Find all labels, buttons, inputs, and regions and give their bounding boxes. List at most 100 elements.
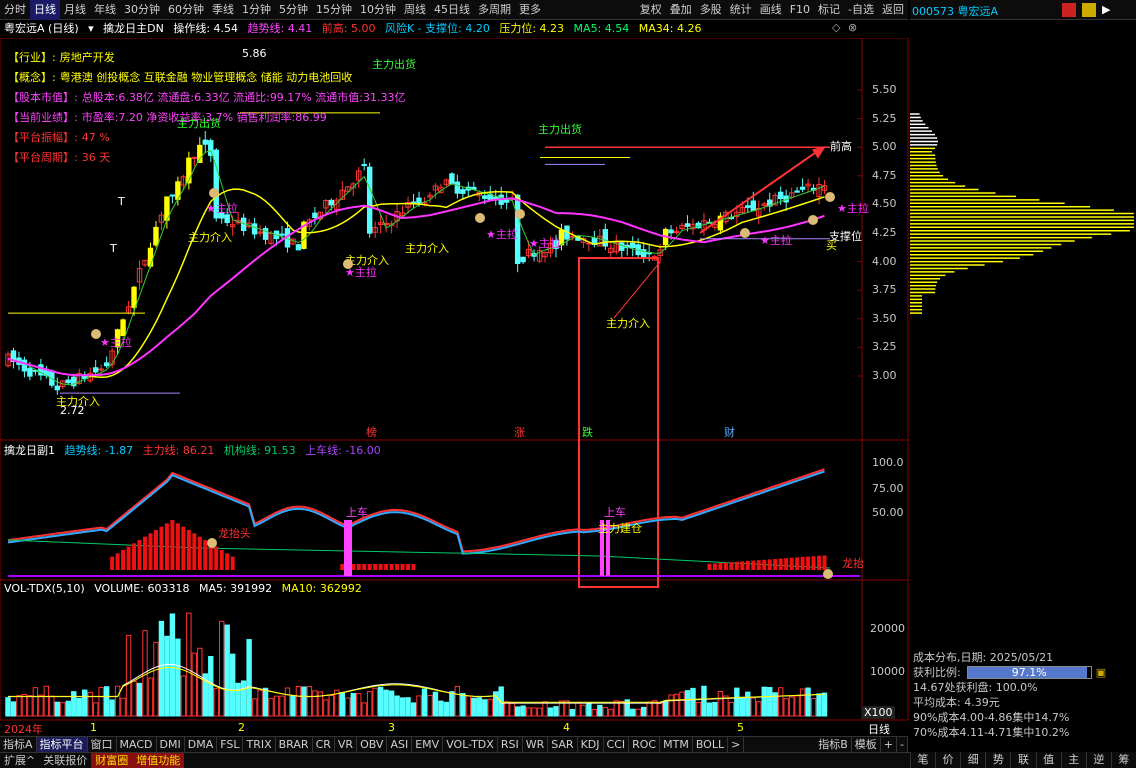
indicator-name[interactable]: 擒龙日主DN [103, 22, 164, 35]
indicator-tab-13[interactable]: EMV [412, 736, 444, 753]
candle-body [312, 212, 318, 218]
period-label[interactable]: 日线 [868, 721, 890, 737]
candle-body [366, 166, 373, 234]
toolbar-right-item-0[interactable]: 复权 [636, 0, 666, 20]
report-icon[interactable] [1062, 3, 1076, 17]
toolbar-item-11[interactable]: 周线 [400, 0, 430, 20]
side-tab-0[interactable]: 笔 [910, 752, 936, 768]
indicator-tab-23[interactable]: > [728, 736, 745, 753]
toolbar-item-3[interactable]: 年线 [90, 0, 120, 20]
indicator-tab-5[interactable]: DMA [185, 736, 218, 753]
status-item-3[interactable]: 增值功能 [132, 752, 185, 768]
indicator-tab-15[interactable]: RSI [498, 736, 523, 753]
volume-bar [5, 697, 11, 717]
toolbar-item-8[interactable]: 5分钟 [275, 0, 312, 20]
indicator-tab-0[interactable]: 指标A [0, 736, 37, 753]
toolbar-item-5[interactable]: 60分钟 [164, 0, 208, 20]
money-bag-icon [209, 188, 219, 198]
toolbar-right-item-4[interactable]: 画线 [756, 0, 786, 20]
side-tab-7[interactable]: 逆 [1085, 752, 1111, 768]
toolbar-item-13[interactable]: 多周期 [474, 0, 515, 20]
vol-title[interactable]: VOL-TDX(5,10) [4, 582, 85, 595]
indicator-tab-2[interactable]: 窗口 [88, 736, 117, 753]
lock-icon[interactable] [1082, 3, 1096, 17]
toolbar-item-6[interactable]: 季线 [208, 0, 238, 20]
toolbar-right-item-5[interactable]: F10 [786, 0, 814, 20]
side-tab-6[interactable]: 主 [1060, 752, 1086, 768]
profit-expand-icon[interactable]: ▣ [1096, 665, 1106, 680]
indicator-tab-25[interactable]: 模板 [852, 736, 881, 753]
toolbar-right-item-6[interactable]: 标记 [814, 0, 844, 20]
status-item-0[interactable]: 扩展^ [0, 753, 39, 768]
candle-body [92, 367, 99, 373]
indicator-tab-11[interactable]: OBV [357, 736, 388, 753]
volume-bar [191, 652, 198, 717]
toolbar-item-12[interactable]: 45日线 [430, 0, 474, 20]
toolbar-item-10[interactable]: 10分钟 [356, 0, 400, 20]
indicator-tab-9[interactable]: CR [313, 736, 335, 753]
toolbar-right-item-1[interactable]: 叠加 [666, 0, 696, 20]
annotation-jieru: 主力介入 [188, 231, 232, 244]
price-tick-label: 5.50 [872, 83, 897, 96]
indicator-tab-8[interactable]: BRAR [276, 736, 313, 753]
toolbar-right-item-2[interactable]: 多股 [696, 0, 726, 20]
settings-icon[interactable]: ◇ [832, 21, 840, 34]
side-tab-3[interactable]: 势 [985, 752, 1011, 768]
volume-bar [777, 687, 784, 717]
event-die: 跌 [582, 425, 593, 439]
indicator-tab-18[interactable]: KDJ [578, 736, 604, 753]
volume-bar [816, 693, 822, 717]
month-label: 2024年 [4, 723, 43, 736]
indicator-tab-17[interactable]: SAR [548, 736, 578, 753]
annotation-shangche: 上车 [604, 505, 626, 519]
indicator-tab-24[interactable]: 指标B [815, 736, 852, 753]
vol-header: VOL-TDX(5,10) VOLUME: 603318 MA5: 391992… [4, 582, 362, 595]
toolbar-item-7[interactable]: 1分钟 [238, 0, 275, 20]
toolbar-item-9[interactable]: 15分钟 [312, 0, 356, 20]
side-tab-8[interactable]: 筹 [1110, 752, 1136, 768]
toolbar-item-0[interactable]: 分时 [0, 0, 30, 20]
close-icon[interactable]: ⊗ [848, 21, 857, 34]
flag-icon[interactable]: ▶ [1102, 3, 1110, 16]
sub1-bar [822, 555, 827, 570]
indicator-tab-27[interactable]: - [897, 736, 908, 753]
indicator-tab-19[interactable]: CCI [604, 736, 630, 753]
side-tab-2[interactable]: 细 [960, 752, 986, 768]
indicator-tab-12[interactable]: ASI [387, 736, 413, 753]
annotation-jiancang: 主力建仓 [598, 521, 642, 535]
chevron-down-icon[interactable]: ▾ [88, 22, 94, 35]
sub1-title[interactable]: 擒龙日副1 [4, 444, 55, 457]
side-tab-5[interactable]: 值 [1035, 752, 1061, 768]
toolbar-item-1[interactable]: 日线 [30, 0, 60, 20]
status-item-2[interactable]: 财富圈 [91, 752, 133, 768]
annotation-low: 2.72 [60, 404, 85, 417]
indicator-tab-4[interactable]: DMI [157, 736, 185, 753]
volume-bar [350, 692, 356, 717]
toolbar-item-14[interactable]: 更多 [515, 0, 545, 20]
indicator-tab-16[interactable]: WR [523, 736, 549, 753]
indicator-tab-21[interactable]: MTM [660, 736, 693, 753]
indicator-tab-6[interactable]: FSL [217, 736, 244, 753]
toolbar-right-item-8[interactable]: 返回 [878, 0, 908, 20]
indicator-tab-14[interactable]: VOL-TDX [443, 736, 498, 753]
toolbar-item-4[interactable]: 30分钟 [120, 0, 164, 20]
money-bag-icon [343, 259, 353, 269]
indicator-tab-7[interactable]: TRIX [243, 736, 276, 753]
toolbar-item-2[interactable]: 月线 [60, 0, 90, 20]
volume-bar [92, 702, 99, 717]
vol-tick-label: 10000 [870, 665, 905, 678]
toolbar-right-item-7[interactable]: -自选 [844, 0, 878, 20]
toolbar-right-item-3[interactable]: 统计 [726, 0, 756, 20]
indicator-tab-10[interactable]: VR [335, 736, 358, 753]
indicator-tab-26[interactable]: + [881, 736, 898, 753]
sub1-bar [740, 561, 745, 570]
status-item-1[interactable]: 关联报价 [39, 753, 91, 768]
volume-bar [366, 691, 373, 717]
side-tab-4[interactable]: 联 [1010, 752, 1036, 768]
indicator-tab-3[interactable]: MACD [117, 736, 157, 753]
indicator-tab-1[interactable]: 指标平台 [36, 736, 88, 753]
volume-bar [388, 690, 395, 717]
indicator-tab-20[interactable]: ROC [629, 736, 661, 753]
side-tab-1[interactable]: 价 [935, 752, 961, 768]
indicator-tab-22[interactable]: BOLL [693, 736, 729, 753]
